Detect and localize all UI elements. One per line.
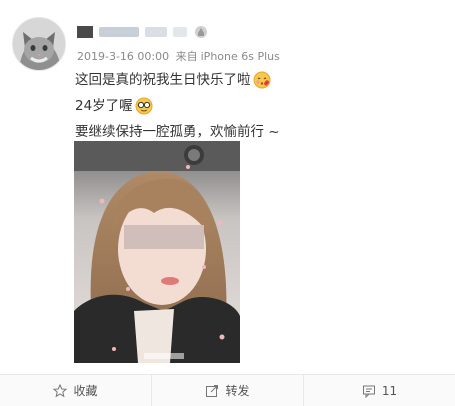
- favorite-label: 收藏: [73, 384, 98, 398]
- post-line: 24岁了喔: [75, 93, 280, 119]
- repost-icon: [206, 384, 219, 397]
- username-redacted: [99, 27, 139, 37]
- star-icon: [53, 383, 68, 397]
- comment-icon: [362, 385, 375, 398]
- comment-count: 11: [381, 383, 398, 398]
- meta-from-label: 来自: [175, 50, 198, 63]
- glasses-emoji-icon: [135, 97, 153, 115]
- post-line: 这回是真的祝我生日快乐了啦: [75, 67, 280, 93]
- username-redacted: [145, 27, 167, 37]
- post-line-text: 24岁了喔: [75, 98, 133, 114]
- post-time[interactable]: 2019-3-16 00:00: [77, 50, 169, 63]
- cat-avatar-image: [13, 18, 65, 70]
- favorite-button[interactable]: 收藏: [0, 375, 152, 406]
- post-content: 这回是真的祝我生日快乐了啦 24岁了喔 要继续保持一腔孤勇，欢愉前行 ~: [75, 67, 280, 145]
- action-toolbar: 收藏 转发 11: [0, 374, 455, 406]
- member-badge-icon: [195, 26, 207, 38]
- repost-label: 转发: [225, 384, 250, 398]
- post-photo[interactable]: [74, 141, 240, 363]
- username-redacted: [77, 26, 93, 38]
- username-row[interactable]: [77, 24, 209, 40]
- repost-button[interactable]: 转发: [152, 375, 304, 406]
- username-redacted: [173, 27, 187, 37]
- kiss-emoji-icon: [253, 71, 270, 89]
- comment-button[interactable]: 11: [304, 375, 455, 406]
- post-meta: 2019-3-16 00:00 来自 iPhone 6s Plus: [77, 48, 280, 64]
- selfie-image: [74, 141, 240, 363]
- post-line-text: 这回是真的祝我生日快乐了啦: [75, 72, 251, 88]
- post-device[interactable]: iPhone 6s Plus: [201, 50, 280, 63]
- avatar[interactable]: [12, 17, 66, 71]
